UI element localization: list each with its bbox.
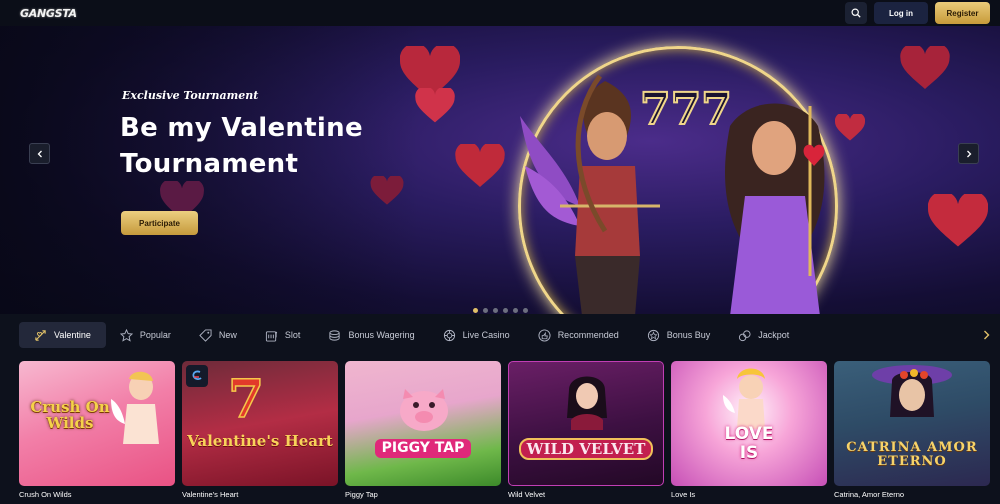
hero-title: Be my Valentine Tournament — [120, 113, 363, 179]
tab-popular[interactable]: Popular — [106, 322, 185, 348]
game-art-title: CATRINA AMOR ETERNO — [846, 440, 978, 469]
tab-recommended[interactable]: Recommended — [524, 322, 633, 348]
tab-bonus-buy[interactable]: Bonus Buy — [633, 322, 725, 348]
coins-icon — [329, 329, 341, 341]
slide-dot[interactable] — [513, 308, 518, 313]
hero-eyebrow: Exclusive Tournament — [122, 89, 259, 102]
tab-label: Live Casino — [462, 330, 510, 340]
slide-dot[interactable] — [503, 308, 508, 313]
game-name[interactable]: Valentine's Heart — [182, 490, 238, 499]
heart-decoration — [928, 194, 988, 247]
chevron-right-icon — [983, 330, 989, 340]
provider-logo-icon — [192, 370, 202, 380]
roulette-icon — [443, 329, 455, 341]
star-icon — [119, 328, 133, 342]
game-art-title: PIGGY TAP — [375, 439, 471, 458]
tab-jackpot[interactable]: Jackpot — [724, 322, 803, 348]
cherub-illustration — [723, 368, 765, 429]
tab-valentine[interactable]: Valentine — [19, 322, 106, 348]
category-tabs: Valentine Popular New Slot Bonus Wagerin… — [19, 322, 994, 348]
game-card[interactable]: WILD VELVET — [508, 361, 664, 486]
game-card[interactable]: 7 Valentine's Heart — [182, 361, 338, 486]
tab-label: Valentine — [54, 330, 91, 340]
hero-banner: 777 Exclusive Tournament Be my Valentine… — [0, 26, 1000, 314]
velvet-lady-illustration — [567, 376, 607, 430]
lucky-seven-art: 7 — [227, 368, 265, 431]
header-actions: Log in Register — [845, 2, 990, 24]
game-name[interactable]: Wild Velvet — [508, 490, 545, 499]
categories-next-button[interactable] — [978, 330, 994, 340]
cupid-arrow-icon — [35, 329, 46, 341]
search-button[interactable] — [845, 2, 867, 24]
slide-dot[interactable] — [523, 308, 528, 313]
game-name[interactable]: Piggy Tap — [345, 490, 378, 499]
tab-bonus-wagering[interactable]: Bonus Wagering — [314, 322, 428, 348]
tag-icon — [199, 328, 212, 342]
heart-decoration — [455, 144, 505, 187]
slot-machine-icon — [265, 330, 277, 342]
game-name[interactable]: Catrina, Amor Eterno — [834, 490, 904, 499]
tab-live-casino[interactable]: Live Casino — [429, 322, 524, 348]
game-card[interactable]: PIGGY TAP — [345, 361, 501, 486]
chevron-left-icon — [37, 150, 42, 157]
slide-indicator — [473, 308, 528, 313]
slide-dot[interactable] — [493, 308, 498, 313]
tab-label: Jackpot — [758, 330, 790, 340]
hero-next-button[interactable] — [958, 143, 979, 164]
lucky-777-sign: 777 — [639, 83, 733, 136]
register-button[interactable]: Register — [935, 2, 990, 24]
catrina-illustration — [872, 365, 952, 417]
game-art-title: Crush On Wilds — [30, 398, 110, 432]
game-grid: Crush On Wilds 7 Valentine's Heart PIGGY… — [19, 361, 990, 486]
tab-label: New — [218, 330, 237, 340]
game-art-title: WILD VELVET — [519, 438, 653, 460]
top-header: GANGSTA Log in Register — [0, 0, 1000, 26]
game-card[interactable]: LOVE IS — [671, 361, 827, 486]
game-card[interactable]: Crush On Wilds — [19, 361, 175, 486]
site-logo[interactable]: GANGSTA — [20, 7, 77, 20]
tab-label: Slot — [284, 330, 301, 340]
tab-label: Popular — [139, 330, 171, 340]
hero-prev-button[interactable] — [29, 143, 50, 164]
game-name[interactable]: Love Is — [671, 490, 695, 499]
piggy-illustration — [400, 389, 448, 431]
chevron-right-icon — [966, 150, 971, 157]
tab-label: Bonus Wagering — [348, 330, 415, 340]
game-art-title: Valentine's Heart — [187, 432, 333, 450]
tab-slot[interactable]: Slot — [251, 322, 315, 348]
cupid-figure-illustration — [111, 371, 159, 444]
game-art-title: LOVE IS — [724, 424, 774, 463]
thumbs-up-icon — [538, 328, 551, 342]
slide-dot[interactable] — [483, 308, 488, 313]
participate-button[interactable]: Participate — [121, 211, 198, 235]
provider-badge — [186, 365, 208, 387]
jackpot-icon — [739, 329, 751, 341]
tab-new[interactable]: New — [185, 322, 251, 348]
slide-dot[interactable] — [473, 308, 478, 313]
game-card[interactable]: CATRINA AMOR ETERNO — [834, 361, 990, 486]
tab-label: Recommended — [557, 330, 619, 340]
login-button[interactable]: Log in — [874, 2, 928, 24]
search-icon — [851, 8, 861, 18]
tab-label: Bonus Buy — [666, 330, 711, 340]
bonus-coin-icon — [647, 329, 659, 341]
game-name[interactable]: Crush On Wilds — [19, 490, 72, 499]
heart-decoration — [415, 88, 455, 123]
heart-decoration — [900, 46, 950, 89]
